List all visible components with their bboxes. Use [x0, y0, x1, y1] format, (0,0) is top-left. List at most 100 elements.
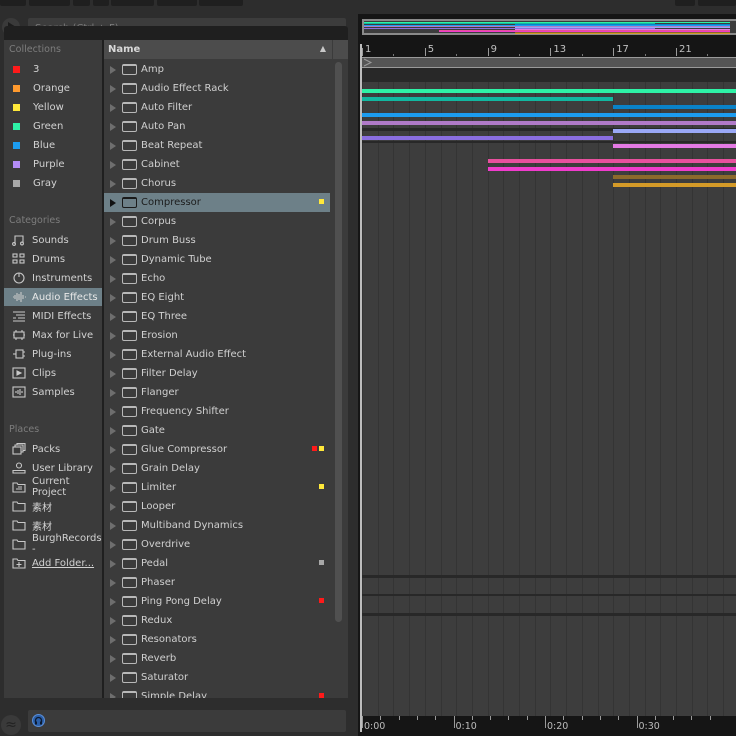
device-list-item[interactable]: Limiter [104, 478, 330, 497]
collection-item[interactable]: 3 [4, 60, 102, 78]
device-list-item[interactable]: Resonators [104, 630, 330, 649]
device-list-item[interactable]: Drum Buss [104, 231, 330, 250]
arrangement-clip[interactable] [613, 175, 736, 179]
tap-button[interactable] [0, 0, 26, 6]
expand-arrow-icon[interactable] [110, 464, 116, 473]
category-item[interactable]: Plug-ins [4, 345, 102, 363]
category-item[interactable]: Drums [4, 250, 102, 268]
device-list-item[interactable]: Compressor [104, 193, 330, 212]
expand-arrow-icon[interactable] [110, 388, 116, 397]
arrangement-clip[interactable] [613, 144, 736, 148]
time-ruler[interactable]: 0:00 0:10 0:20 0:30 [362, 716, 736, 736]
place-item[interactable]: BurghRecords - [4, 533, 102, 555]
category-item[interactable]: Samples [4, 383, 102, 401]
loop-length-field[interactable] [698, 0, 736, 6]
expand-arrow-icon[interactable] [110, 103, 116, 112]
device-list-item[interactable]: EQ Three [104, 307, 330, 326]
quantize-menu[interactable] [199, 0, 243, 6]
place-item[interactable]: Add Folder... [4, 554, 102, 572]
device-list-item[interactable]: Cabinet [104, 155, 330, 174]
category-item[interactable]: Clips [4, 364, 102, 382]
device-list-item[interactable]: Flanger [104, 383, 330, 402]
name-column-header[interactable]: Name ▲ [104, 40, 332, 59]
arrangement-clip[interactable] [487, 167, 736, 171]
metronome-button[interactable] [157, 0, 197, 6]
collection-item[interactable]: Green [4, 117, 102, 135]
expand-arrow-icon[interactable] [110, 141, 116, 150]
headphones-preview-icon[interactable] [32, 714, 45, 727]
place-item[interactable]: Packs [4, 440, 102, 458]
expand-arrow-icon[interactable] [110, 274, 116, 283]
device-list-item[interactable]: Phaser [104, 573, 330, 592]
expand-arrow-icon[interactable] [110, 255, 116, 264]
place-item[interactable]: 素材 [4, 516, 102, 534]
device-list-item[interactable]: Saturator [104, 668, 330, 687]
expand-arrow-icon[interactable] [110, 217, 116, 226]
expand-arrow-icon[interactable] [110, 521, 116, 530]
device-list-item[interactable]: External Audio Effect [104, 345, 330, 364]
device-list-item[interactable]: Audio Effect Rack [104, 79, 330, 98]
device-list-item[interactable]: Dynamic Tube [104, 250, 330, 269]
device-list-item[interactable]: Redux [104, 611, 330, 630]
expand-arrow-icon[interactable] [110, 179, 116, 188]
start-marker-icon[interactable] [363, 58, 373, 67]
expand-arrow-icon[interactable] [110, 350, 116, 359]
expand-arrow-icon[interactable] [110, 673, 116, 682]
expand-arrow-icon[interactable] [110, 160, 116, 169]
arrangement-clip[interactable] [613, 129, 736, 133]
nudge-down-button[interactable] [73, 0, 90, 6]
arrangement-clip[interactable] [362, 113, 736, 117]
device-list-item[interactable]: Glue Compressor [104, 440, 330, 459]
beat-ruler[interactable]: 1 5 9 13 17 21 [362, 44, 736, 57]
expand-arrow-icon[interactable] [110, 122, 116, 131]
expand-arrow-icon[interactable] [110, 502, 116, 511]
arrangement-clip[interactable] [362, 97, 614, 101]
category-item[interactable]: Sounds [4, 231, 102, 249]
device-list-item[interactable]: Corpus [104, 212, 330, 231]
collection-item[interactable]: Gray [4, 174, 102, 192]
expand-arrow-icon[interactable] [110, 426, 116, 435]
device-list-item[interactable]: Overdrive [104, 535, 330, 554]
expand-arrow-icon[interactable] [110, 198, 116, 207]
collection-item[interactable]: Purple [4, 155, 102, 173]
expand-arrow-icon[interactable] [110, 692, 116, 698]
expand-arrow-icon[interactable] [110, 407, 116, 416]
expand-arrow-icon[interactable] [110, 312, 116, 321]
device-list-item[interactable]: Erosion [104, 326, 330, 345]
time-signature-field[interactable] [111, 0, 154, 6]
device-list-item[interactable]: Simple Delay [104, 687, 330, 698]
groove-pool-button[interactable]: ≈ [1, 715, 21, 735]
track-lanes[interactable] [362, 68, 736, 716]
device-list-item[interactable]: Pedal [104, 554, 330, 573]
device-list-item[interactable]: Beat Repeat [104, 136, 330, 155]
device-list-item[interactable]: Multiband Dynamics [104, 516, 330, 535]
collection-item[interactable]: Blue [4, 136, 102, 154]
expand-arrow-icon[interactable] [110, 331, 116, 340]
nudge-up-button[interactable] [93, 0, 109, 6]
device-list-item[interactable]: Echo [104, 269, 330, 288]
expand-arrow-icon[interactable] [110, 654, 116, 663]
expand-arrow-icon[interactable] [110, 597, 116, 606]
arrangement-clip[interactable] [487, 159, 736, 163]
expand-arrow-icon[interactable] [110, 559, 116, 568]
category-item[interactable]: Max for Live [4, 326, 102, 344]
category-item[interactable]: Audio Effects [4, 288, 102, 306]
place-item[interactable]: Current Project [4, 476, 102, 498]
expand-arrow-icon[interactable] [110, 236, 116, 245]
place-item[interactable]: 素材 [4, 497, 102, 515]
arrangement-clip[interactable] [613, 183, 736, 187]
collection-item[interactable]: Yellow [4, 98, 102, 116]
device-list-item[interactable]: Gate [104, 421, 330, 440]
place-item[interactable]: User Library [4, 459, 102, 477]
device-list-item[interactable]: Reverb [104, 649, 330, 668]
arrangement-clip[interactable] [362, 136, 614, 140]
expand-arrow-icon[interactable] [110, 483, 116, 492]
expand-arrow-icon[interactable] [110, 540, 116, 549]
expand-arrow-icon[interactable] [110, 445, 116, 454]
list-scrollbar[interactable] [335, 62, 342, 622]
device-list-item[interactable]: EQ Eight [104, 288, 330, 307]
device-list-item[interactable]: Auto Pan [104, 117, 330, 136]
expand-arrow-icon[interactable] [110, 369, 116, 378]
position-field[interactable] [675, 0, 695, 6]
expand-arrow-icon[interactable] [110, 293, 116, 302]
